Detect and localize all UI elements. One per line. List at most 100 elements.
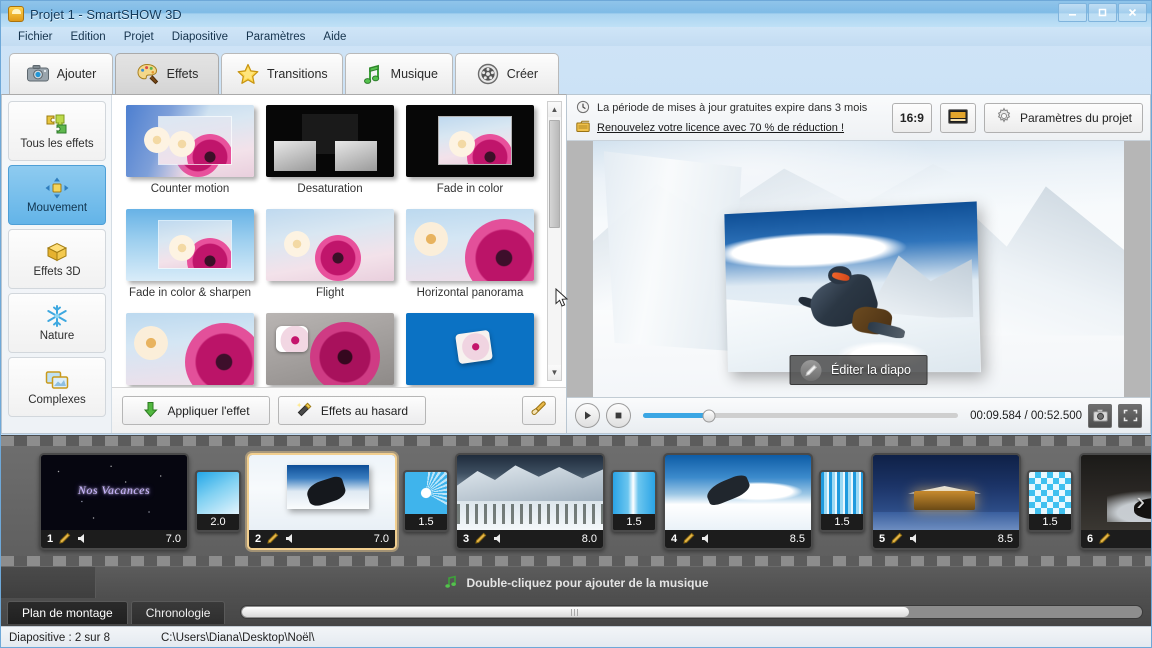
slide-sound-icon[interactable] bbox=[908, 532, 921, 545]
main-content: Tous les effets Mouvement Effets 3D Natu… bbox=[1, 94, 1151, 434]
effects-list-area: Counter motion Desaturation Fade in colo… bbox=[112, 95, 566, 433]
effects-scrollbar[interactable]: ▲ ▼ bbox=[547, 101, 562, 381]
effect-item[interactable]: Fade in color & sharpen bbox=[122, 209, 258, 311]
category-effets-3d[interactable]: Effets 3D bbox=[8, 229, 106, 289]
slide-item[interactable]: 4 8.5 bbox=[663, 452, 813, 550]
slide-edit-icon[interactable] bbox=[266, 532, 279, 545]
effect-item[interactable]: Counter motion bbox=[122, 105, 258, 207]
slide-edit-icon[interactable] bbox=[890, 532, 903, 545]
tab-creer[interactable]: Créer bbox=[454, 53, 559, 94]
menu-item-parametres[interactable]: Paramètres bbox=[237, 30, 314, 44]
slide-number: 1 bbox=[47, 532, 54, 545]
slide-edit-icon[interactable] bbox=[1098, 532, 1111, 545]
tab-musique[interactable]: Musique bbox=[344, 53, 453, 94]
play-button[interactable] bbox=[575, 403, 600, 428]
music-track-strip[interactable]: Double-cliquez pour ajouter de la musiqu… bbox=[1, 566, 1151, 598]
effect-item[interactable] bbox=[402, 313, 538, 387]
edit-slide-button[interactable]: Éditer la diapo bbox=[789, 355, 928, 385]
scroll-up-icon[interactable]: ▲ bbox=[548, 102, 561, 117]
slide-sound-icon[interactable] bbox=[700, 532, 713, 545]
slides-row: Nos Vacances 1 7.0 2.0 2 7.0 1.5 3 8.0 1… bbox=[1, 447, 1151, 555]
slide-edit-icon[interactable] bbox=[474, 532, 487, 545]
transition-item[interactable]: 1.5 bbox=[819, 470, 865, 532]
scroll-down-icon[interactable]: ▼ bbox=[548, 365, 561, 380]
seek-slider[interactable] bbox=[643, 409, 959, 422]
effect-item[interactable] bbox=[262, 313, 398, 387]
category-tous-les-effets[interactable]: Tous les effets bbox=[8, 101, 106, 161]
menu-item-diapositive[interactable]: Diapositive bbox=[163, 30, 237, 44]
category-complexes[interactable]: Complexes bbox=[8, 357, 106, 417]
slide-number: 3 bbox=[463, 532, 470, 545]
project-settings-button[interactable]: Paramètres du projet bbox=[983, 102, 1143, 133]
close-button[interactable] bbox=[1118, 3, 1147, 22]
tab-effets[interactable]: Effets bbox=[115, 53, 219, 94]
transition-thumbnail bbox=[1029, 472, 1071, 514]
slide-edit-icon[interactable] bbox=[682, 532, 695, 545]
maximize-button[interactable] bbox=[1088, 3, 1117, 22]
menu-item-fichier[interactable]: Fichier bbox=[9, 30, 62, 44]
transition-item[interactable]: 1.5 bbox=[611, 470, 657, 532]
notice-expiry-row: La période de mises à jour gratuites exp… bbox=[576, 100, 884, 117]
effect-action-bar: Appliquer l'effet Effets au hasard bbox=[112, 387, 566, 433]
transition-thumbnail bbox=[197, 472, 239, 514]
transition-item[interactable]: 2.0 bbox=[195, 470, 241, 532]
stop-button[interactable] bbox=[606, 403, 631, 428]
clear-effect-button[interactable] bbox=[522, 396, 556, 425]
notice-renew-row[interactable]: Renouvelez votre licence avec 70 % de ré… bbox=[576, 120, 884, 136]
apply-effect-button[interactable]: Appliquer l'effet bbox=[122, 396, 270, 425]
effects-panel: Tous les effets Mouvement Effets 3D Natu… bbox=[1, 94, 567, 434]
random-effects-button[interactable]: Effets au hasard bbox=[278, 396, 426, 425]
tab-label-effets: Effets bbox=[166, 67, 199, 81]
gear-icon bbox=[995, 107, 1013, 128]
menu-item-edition[interactable]: Edition bbox=[62, 30, 115, 44]
slide-info-bar: 2 7.0 bbox=[249, 529, 395, 548]
slide-preview[interactable]: Éditer la diapo bbox=[567, 141, 1150, 397]
minimize-button[interactable] bbox=[1058, 3, 1087, 22]
category-nature[interactable]: Nature bbox=[8, 293, 106, 353]
menu-item-projet[interactable]: Projet bbox=[115, 30, 163, 44]
slide-item[interactable]: 5 8.5 bbox=[871, 452, 1021, 550]
tab-ajouter[interactable]: Ajouter bbox=[9, 53, 113, 94]
transition-item[interactable]: 1.5 bbox=[1027, 470, 1073, 532]
pencil-icon bbox=[800, 359, 822, 381]
effect-item[interactable]: Fade in color bbox=[402, 105, 538, 207]
quality-button[interactable] bbox=[939, 102, 976, 133]
tab-chronologie[interactable]: Chronologie bbox=[130, 600, 226, 624]
scroll-right-arrow-icon[interactable]: › bbox=[1136, 488, 1145, 514]
effect-item[interactable]: Desaturation bbox=[262, 105, 398, 207]
slide-item[interactable]: Nos Vacances 1 7.0 bbox=[39, 452, 189, 550]
slide-sound-icon[interactable] bbox=[76, 532, 89, 545]
slide-item[interactable]: 3 8.0 bbox=[455, 452, 605, 550]
snapshot-button[interactable] bbox=[1088, 403, 1112, 428]
effect-item[interactable]: Horizontal panorama bbox=[402, 209, 538, 311]
tab-plan-de-montage[interactable]: Plan de montage bbox=[7, 600, 128, 624]
title-bar: Projet 1 - SmartSHOW 3D bbox=[1, 1, 1151, 27]
film-perforations-bottom bbox=[1, 556, 1151, 566]
effect-item[interactable]: Flight bbox=[262, 209, 398, 311]
effect-categories: Tous les effets Mouvement Effets 3D Natu… bbox=[2, 95, 112, 433]
scrollbar-thumb[interactable] bbox=[242, 607, 909, 617]
effect-thumbnail bbox=[126, 105, 254, 177]
fullscreen-button[interactable] bbox=[1118, 403, 1142, 428]
transition-thumbnail bbox=[613, 472, 655, 514]
timecode-display: 00:09.584 / 00:52.500 bbox=[970, 409, 1082, 422]
category-mouvement[interactable]: Mouvement bbox=[8, 165, 106, 225]
slide-edit-icon[interactable] bbox=[58, 532, 71, 545]
renew-license-link[interactable]: Renouvelez votre licence avec 70 % de ré… bbox=[597, 122, 844, 134]
aspect-ratio-button[interactable]: 16:9 bbox=[891, 102, 932, 133]
category-label: Tous les effets bbox=[20, 138, 94, 150]
tab-transitions[interactable]: Transitions bbox=[221, 53, 343, 94]
slide-sound-icon[interactable] bbox=[284, 532, 297, 545]
menu-item-aide[interactable]: Aide bbox=[314, 30, 355, 44]
application-window: Projet 1 - SmartSHOW 3D Fichier Edition … bbox=[0, 0, 1152, 648]
effect-item[interactable] bbox=[122, 313, 258, 387]
scrollbar-thumb[interactable] bbox=[549, 120, 560, 228]
seek-handle[interactable] bbox=[702, 409, 716, 422]
scrollbar-grip-icon bbox=[571, 608, 581, 616]
storyboard-timeline[interactable]: Nos Vacances 1 7.0 2.0 2 7.0 1.5 3 8.0 1… bbox=[1, 435, 1151, 566]
slide-sound-icon[interactable] bbox=[492, 532, 505, 545]
transition-duration: 1.5 bbox=[613, 514, 655, 530]
timeline-horizontal-scrollbar[interactable] bbox=[240, 605, 1143, 619]
slide-item[interactable]: 2 7.0 bbox=[247, 452, 397, 550]
transition-item[interactable]: 1.5 bbox=[403, 470, 449, 532]
